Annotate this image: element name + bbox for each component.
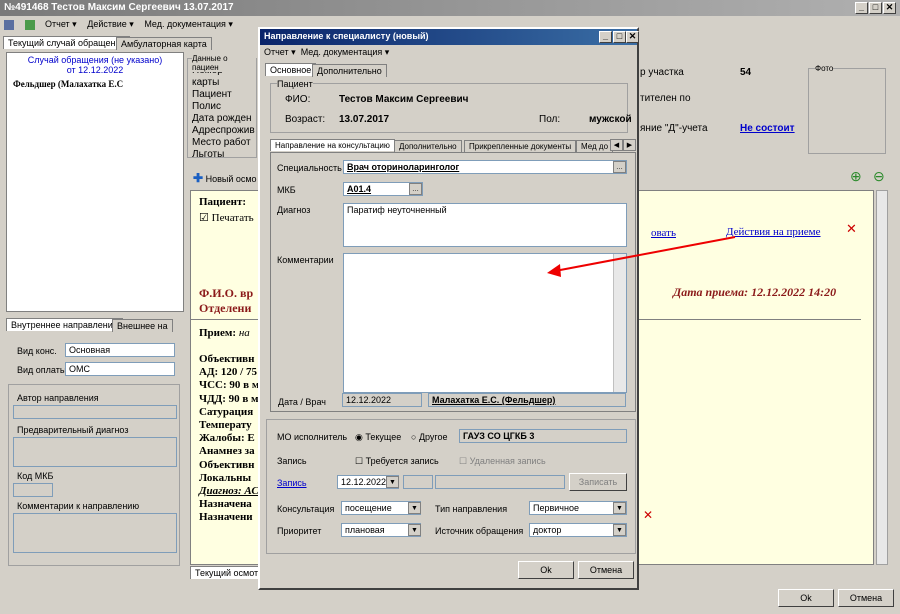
annotation-arrow [547,236,736,277]
